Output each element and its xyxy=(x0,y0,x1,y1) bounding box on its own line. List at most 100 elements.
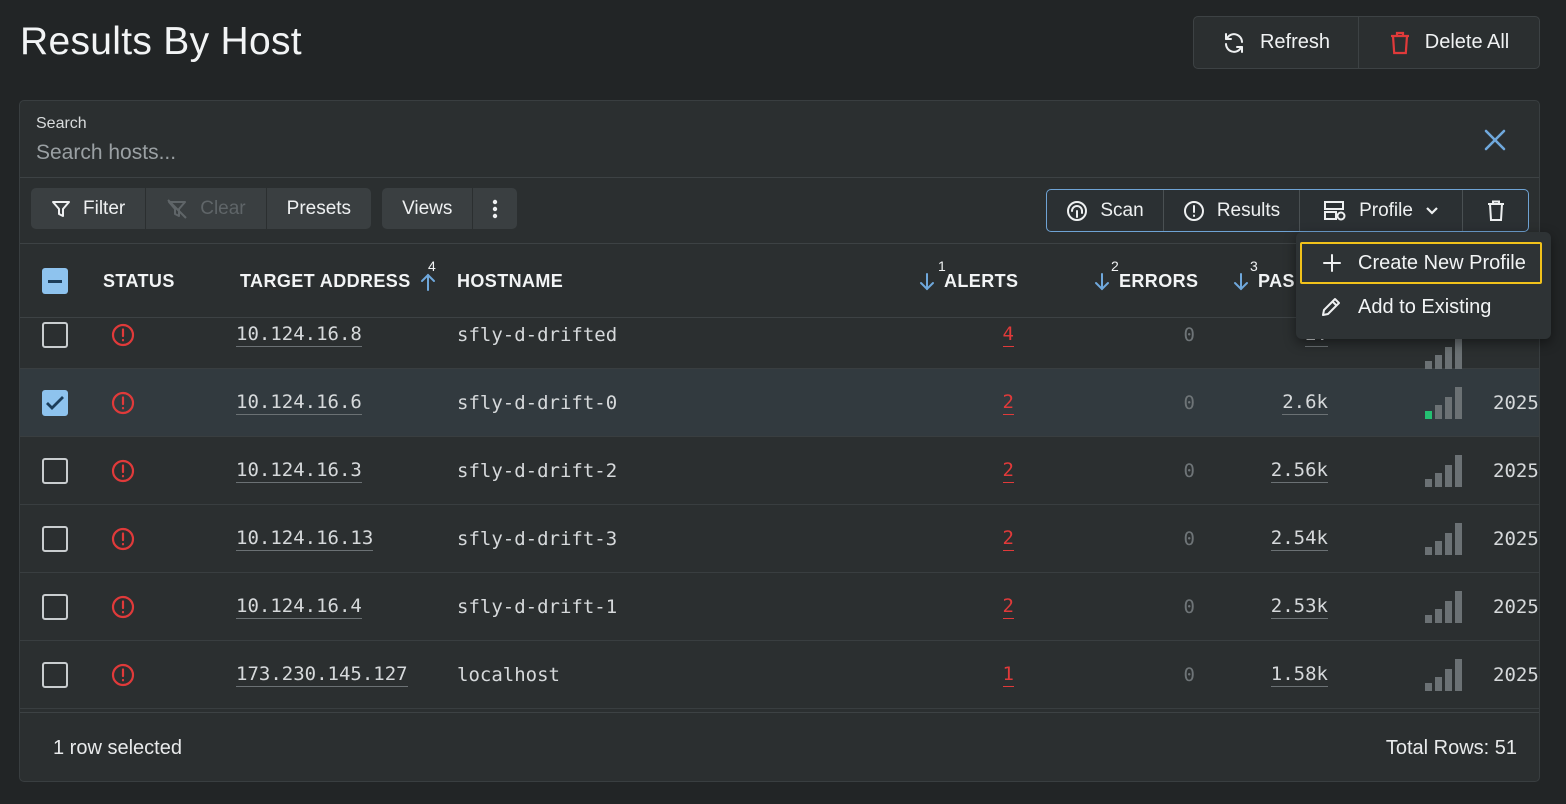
sort-order-target: 4 xyxy=(428,258,437,274)
search-input[interactable] xyxy=(36,139,1436,167)
sort-descending-icon xyxy=(920,272,934,290)
signal-bars-icon xyxy=(1425,659,1462,691)
views-button[interactable]: Views xyxy=(382,188,472,229)
alerts-count-link[interactable]: 2 xyxy=(1002,505,1014,572)
delete-all-button[interactable]: Delete All xyxy=(1358,17,1539,68)
error-status-icon xyxy=(111,323,135,347)
profile-dropdown-menu: Create New Profile Add to Existing xyxy=(1296,232,1551,339)
add-to-existing-label: Add to Existing xyxy=(1358,295,1492,318)
signal-bars-icon xyxy=(1425,337,1462,369)
results-panel: Search Filter Clear Presets xyxy=(19,100,1540,782)
column-hostname-label: HOSTNAME xyxy=(457,271,564,291)
create-new-profile-label: Create New Profile xyxy=(1358,251,1526,274)
clear-filter-icon xyxy=(167,198,187,219)
profile-label: Profile xyxy=(1359,199,1413,221)
table-row[interactable]: 10.124.16.3 sfly-d-drift-2 2 0 2.56k 202… xyxy=(20,437,1539,505)
refresh-label: Refresh xyxy=(1259,31,1331,53)
search-area: Search xyxy=(20,101,1539,178)
filter-button[interactable]: Filter xyxy=(31,188,145,229)
alerts-count-link[interactable]: 4 xyxy=(1002,319,1014,368)
delete-selected-button[interactable] xyxy=(1462,190,1528,231)
sort-descending-icon xyxy=(1095,272,1109,290)
results-button[interactable]: Results xyxy=(1163,190,1299,231)
table-row[interactable]: 10.124.16.4 sfly-d-drift-1 2 0 2.53k 202… xyxy=(20,573,1539,641)
passed-count-link[interactable]: 2.53k xyxy=(1270,573,1328,640)
hostname-cell: sfly-d-drift-0 xyxy=(457,391,618,414)
hostname-cell: sfly-d-drift-2 xyxy=(457,459,618,482)
delete-all-label: Delete All xyxy=(1424,31,1510,53)
row-checkbox[interactable] xyxy=(42,526,68,552)
alert-circle-icon xyxy=(1183,200,1204,221)
column-target-address[interactable]: TARGET ADDRESS 4 xyxy=(240,244,436,319)
trash-icon xyxy=(1487,200,1504,221)
column-errors[interactable]: ERRORS 2 xyxy=(1094,244,1198,319)
alerts-count-link[interactable]: 1 xyxy=(1002,641,1014,708)
create-new-profile-item[interactable]: Create New Profile xyxy=(1300,242,1542,284)
signal-bars-icon xyxy=(1425,387,1462,419)
signal-bars-icon xyxy=(1425,591,1462,623)
select-all-checkbox[interactable] xyxy=(42,268,68,294)
row-checkbox[interactable] xyxy=(42,594,68,620)
row-checkbox[interactable] xyxy=(42,321,68,348)
column-passed[interactable]: PAS 3 xyxy=(1233,244,1295,319)
refresh-button[interactable]: Refresh xyxy=(1194,17,1358,68)
scan-button[interactable]: Scan xyxy=(1047,190,1163,231)
hostname-cell: localhost xyxy=(457,663,560,686)
error-status-icon xyxy=(111,595,135,619)
sort-order-passed: 3 xyxy=(1250,258,1259,274)
column-status[interactable]: STATUS xyxy=(103,244,175,319)
total-rows: Total Rows: 51 xyxy=(1385,737,1517,759)
table-row[interactable]: 10.124.16.13 sfly-d-drift-3 2 0 2.54k 20… xyxy=(20,505,1539,573)
scan-label: Scan xyxy=(1100,199,1144,221)
alerts-count-link[interactable]: 2 xyxy=(1002,437,1014,504)
table-body: 10.124.16.8 sfly-d-drifted 4 0 2. 10.124… xyxy=(20,319,1539,712)
results-label: Results xyxy=(1216,199,1281,221)
column-errors-label: ERRORS xyxy=(1119,271,1199,291)
passed-count-link[interactable]: 2.54k xyxy=(1270,505,1328,572)
sort-order-alerts: 1 xyxy=(938,258,947,274)
column-status-label: STATUS xyxy=(103,271,175,291)
error-status-icon xyxy=(111,391,135,415)
last-scan-date: 2025 xyxy=(1493,459,1539,482)
row-checkbox[interactable] xyxy=(42,390,68,416)
clear-filter-button[interactable]: Clear xyxy=(145,188,265,229)
passed-count-link[interactable]: 1.58k xyxy=(1270,641,1328,708)
last-scan-date: 2025 xyxy=(1493,663,1539,686)
table-row[interactable]: 10.124.16.6 sfly-d-drift-0 2 0 2.6k 2025 xyxy=(20,369,1539,437)
passed-count-link[interactable]: 2.6k xyxy=(1282,369,1328,436)
table-row[interactable]: 173.230.145.127 localhost 1 0 1.58k 2025 xyxy=(20,641,1539,709)
last-scan-date: 2025 xyxy=(1493,527,1539,550)
more-options-button[interactable] xyxy=(472,188,517,229)
alerts-count-link[interactable]: 2 xyxy=(1002,573,1014,640)
search-label: Search xyxy=(36,115,87,132)
row-checkbox[interactable] xyxy=(42,458,68,484)
sort-descending-icon xyxy=(1234,272,1248,290)
clear-filter-label: Clear xyxy=(200,197,246,219)
presets-button[interactable]: Presets xyxy=(265,188,371,229)
column-alerts[interactable]: ALERTS 1 xyxy=(919,244,1018,319)
add-to-existing-item[interactable]: Add to Existing xyxy=(1300,286,1542,328)
target-address-link[interactable]: 10.124.16.8 xyxy=(236,319,362,368)
checkmark-icon xyxy=(46,396,64,410)
target-address-link[interactable]: 173.230.145.127 xyxy=(236,641,408,708)
signal-bars-icon xyxy=(1425,455,1462,487)
errors-count: 0 xyxy=(1183,663,1195,686)
close-icon[interactable] xyxy=(1482,127,1508,153)
top-actions: Refresh Delete All xyxy=(1193,16,1540,69)
passed-count-link[interactable]: 2.56k xyxy=(1270,437,1328,504)
presets-label: Presets xyxy=(286,197,352,219)
profile-dropdown-button[interactable]: Profile xyxy=(1299,190,1462,231)
views-group: Views xyxy=(382,188,518,229)
target-address-link[interactable]: 10.124.16.3 xyxy=(236,437,362,504)
alerts-count-link[interactable]: 2 xyxy=(1002,369,1014,436)
pencil-icon xyxy=(1322,298,1340,316)
target-address-link[interactable]: 10.124.16.4 xyxy=(236,573,362,640)
target-address-link[interactable]: 10.124.16.6 xyxy=(236,369,362,436)
column-hostname[interactable]: HOSTNAME xyxy=(457,244,563,319)
hostname-cell: sfly-d-drift-1 xyxy=(457,595,618,618)
toolbar-left: Filter Clear Presets Views xyxy=(31,188,518,229)
hostname-cell: sfly-d-drift-3 xyxy=(457,527,618,550)
row-checkbox[interactable] xyxy=(42,662,68,688)
selection-count: 1 row selected xyxy=(53,737,182,759)
target-address-link[interactable]: 10.124.16.13 xyxy=(236,505,374,572)
